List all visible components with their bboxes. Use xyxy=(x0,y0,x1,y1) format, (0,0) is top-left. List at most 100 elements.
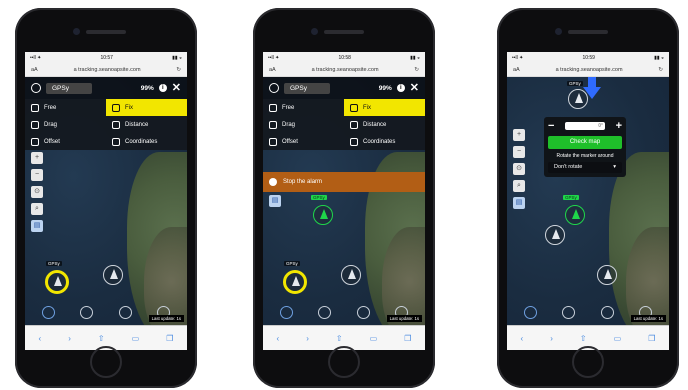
vessel-marker[interactable] xyxy=(545,225,565,245)
zoom-out-button[interactable]: − xyxy=(513,146,525,158)
mode-offset[interactable]: Offset xyxy=(263,133,344,150)
user-icon[interactable] xyxy=(356,306,370,319)
back-icon[interactable]: ‹ xyxy=(521,334,524,343)
info-icon[interactable]: i xyxy=(396,84,405,92)
url-text[interactable]: a tracking.seanoapsite.com xyxy=(520,67,659,73)
vessel-marker[interactable] xyxy=(103,265,123,285)
device-name[interactable]: GPSy xyxy=(46,82,92,94)
close-icon[interactable]: ✕ xyxy=(410,82,419,94)
vessel-marker[interactable] xyxy=(597,265,617,285)
reload-icon[interactable]: ↻ xyxy=(414,67,419,73)
vessel-label: GPSy xyxy=(284,261,300,266)
dragged-vessel-marker[interactable] xyxy=(568,89,588,109)
speaker xyxy=(86,30,126,34)
forward-icon[interactable]: › xyxy=(68,334,71,343)
last-update: Last update: 1s xyxy=(148,315,184,322)
search-button[interactable]: ⌕ xyxy=(31,203,43,215)
user-icon[interactable] xyxy=(600,306,614,319)
back-icon[interactable]: ‹ xyxy=(39,334,42,343)
locate-button[interactable]: ⊙ xyxy=(31,186,43,198)
status-bar: ••ll ✦ 10:58 ▮▮ ◒ xyxy=(263,52,425,63)
mode-fix[interactable]: Fix xyxy=(344,99,425,116)
increase-button[interactable]: + xyxy=(616,120,622,132)
bookmarks-icon[interactable]: ▭ xyxy=(370,334,378,343)
mode-coordinates[interactable]: Coordinates xyxy=(344,133,425,150)
status-bar: ••ll ✦ 10:57 ▮▮ ◒ xyxy=(25,52,187,63)
selected-vessel-marker[interactable] xyxy=(283,270,307,294)
tabs-icon[interactable]: ❐ xyxy=(648,334,655,343)
alarm-vessel-marker[interactable] xyxy=(565,205,585,225)
url-text[interactable]: a tracking.seanoapsite.com xyxy=(38,67,177,73)
map[interactable]: GPSy + − ⊙ ⌕ ▤ − 0° + Check map Rotate t… xyxy=(507,77,669,325)
forward-icon[interactable]: › xyxy=(306,334,309,343)
reader-mode-button[interactable]: aA xyxy=(269,67,276,73)
reload-icon[interactable]: ↻ xyxy=(176,67,181,73)
zoom-out-button[interactable]: − xyxy=(31,169,43,181)
track-icon[interactable] xyxy=(523,306,537,319)
address-bar[interactable]: aA a tracking.seanoapsite.com ↻ xyxy=(507,63,669,77)
forward-icon[interactable]: › xyxy=(550,334,553,343)
zoom-in-button[interactable]: + xyxy=(513,129,525,141)
info-icon[interactable]: i xyxy=(158,84,167,92)
alarm-vessel-marker[interactable] xyxy=(313,205,333,225)
search-button[interactable]: ⌕ xyxy=(513,180,525,192)
mode-drag[interactable]: Drag xyxy=(263,116,344,133)
locate-button[interactable]: ⊙ xyxy=(513,163,525,175)
location-pin-icon[interactable] xyxy=(562,306,576,319)
selected-vessel-marker[interactable] xyxy=(45,270,69,294)
phone-3: ••ll ✦ 10:59 ▮▮ ◒ aA a tracking.seanoaps… xyxy=(497,8,679,388)
camera xyxy=(73,28,80,35)
location-pin-icon[interactable] xyxy=(80,306,94,319)
reload-icon[interactable]: ↻ xyxy=(658,67,663,73)
free-icon xyxy=(269,103,277,112)
track-icon[interactable] xyxy=(279,306,293,319)
back-icon[interactable]: ‹ xyxy=(277,334,280,343)
mode-free[interactable]: Free xyxy=(25,99,106,116)
map[interactable]: GPSy 99% i ✕ Free Fix Drag Distance Offs… xyxy=(263,77,425,325)
mode-fix[interactable]: Fix xyxy=(106,99,187,116)
share-icon[interactable]: ⇧ xyxy=(336,334,343,343)
angle-input[interactable]: 0° xyxy=(565,122,605,130)
home-button[interactable] xyxy=(572,346,604,378)
share-icon[interactable]: ⇧ xyxy=(98,334,105,343)
stop-alarm-button[interactable]: Stop the alarm xyxy=(263,172,425,192)
carrier: ••ll ✦ xyxy=(268,54,280,61)
user-icon[interactable] xyxy=(118,306,132,319)
mode-drag[interactable]: Drag xyxy=(25,116,106,133)
device-name[interactable]: GPSy xyxy=(284,82,330,94)
home-button[interactable] xyxy=(328,346,360,378)
home-button[interactable] xyxy=(90,346,122,378)
location-pin-icon[interactable] xyxy=(318,306,332,319)
url-text[interactable]: a tracking.seanoapsite.com xyxy=(276,67,415,73)
layers-button[interactable]: ▤ xyxy=(31,220,43,232)
mode-distance[interactable]: Distance xyxy=(106,116,187,133)
track-icon[interactable] xyxy=(41,306,55,319)
address-bar[interactable]: aA a tracking.seanoapsite.com ↻ xyxy=(263,63,425,77)
mode-coordinates[interactable]: Coordinates xyxy=(106,133,187,150)
clock: 10:57 xyxy=(100,54,113,61)
zoom-in-button[interactable]: + xyxy=(31,152,43,164)
carrier: ••ll ✦ xyxy=(512,54,524,61)
vessel-marker[interactable] xyxy=(341,265,361,285)
share-icon[interactable]: ⇧ xyxy=(580,334,587,343)
reader-mode-button[interactable]: aA xyxy=(31,67,38,73)
map[interactable]: GPSy 99% i ✕ Free Fix Drag Distance Offs… xyxy=(25,77,187,325)
map-controls: + − ⊙ ⌕ ▤ xyxy=(31,152,43,232)
chevron-down-icon: ▾ xyxy=(613,164,616,170)
decrease-button[interactable]: − xyxy=(548,120,554,132)
check-map-button[interactable]: Check map xyxy=(548,136,622,149)
mode-distance[interactable]: Distance xyxy=(344,116,425,133)
reader-mode-button[interactable]: aA xyxy=(513,67,520,73)
clock: 10:58 xyxy=(338,54,351,61)
close-icon[interactable]: ✕ xyxy=(172,82,181,94)
layers-button[interactable]: ▤ xyxy=(269,195,281,207)
mode-offset[interactable]: Offset xyxy=(25,133,106,150)
mode-free[interactable]: Free xyxy=(263,99,344,116)
bookmarks-icon[interactable]: ▭ xyxy=(132,334,140,343)
address-bar[interactable]: aA a tracking.seanoapsite.com ↻ xyxy=(25,63,187,77)
layers-button[interactable]: ▤ xyxy=(513,197,525,209)
rotate-select[interactable]: Don't rotate ▾ xyxy=(548,162,622,173)
bookmarks-icon[interactable]: ▭ xyxy=(614,334,622,343)
tabs-icon[interactable]: ❐ xyxy=(404,334,411,343)
tabs-icon[interactable]: ❐ xyxy=(166,334,173,343)
